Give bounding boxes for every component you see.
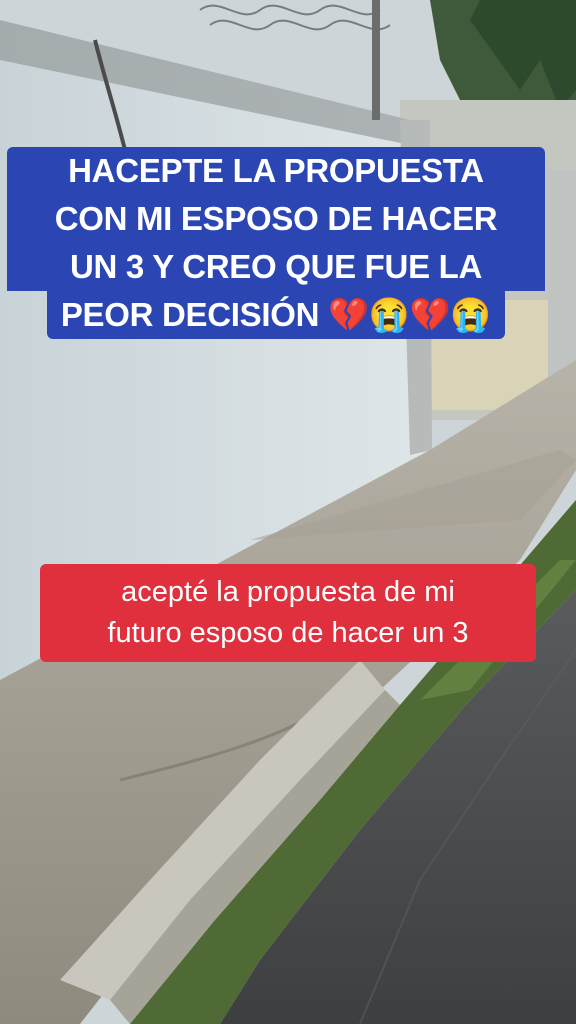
bottom-caption: acepté la propuesta de mi futuro esposo … xyxy=(40,564,536,662)
bottom-caption-line: futuro esposo de hacer un 3 xyxy=(107,617,469,649)
top-caption-line: CON MI ESPOSO DE HACER xyxy=(7,195,545,243)
bottom-caption-line: acepté la propuesta de mi xyxy=(121,576,455,608)
top-caption: HACEPTE LA PROPUESTA CON MI ESPOSO DE HA… xyxy=(7,147,545,339)
top-caption-line: PEOR DECISIÓN 💔😭💔😭 xyxy=(46,291,506,339)
top-caption-line: UN 3 Y CREO QUE FUE LA xyxy=(7,243,545,291)
top-caption-line: HACEPTE LA PROPUESTA xyxy=(7,147,545,195)
